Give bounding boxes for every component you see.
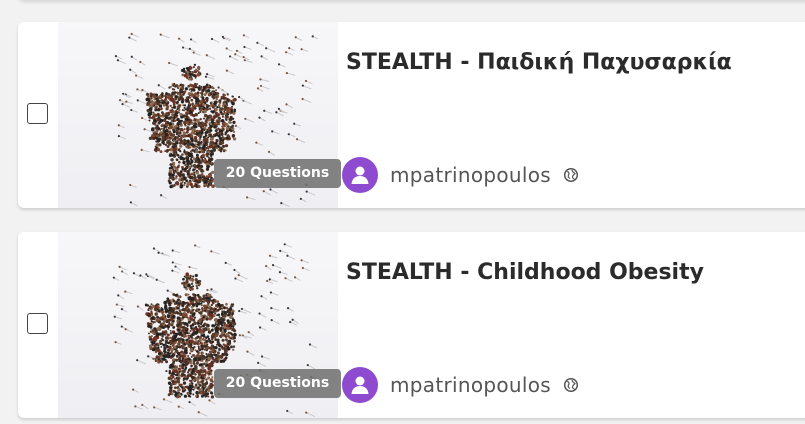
globe-icon (563, 377, 579, 393)
quiz-title[interactable]: STEALTH - Childhood Obesity (346, 260, 805, 285)
quiz-thumbnail[interactable]: 20 Questions (58, 22, 341, 208)
user-icon (351, 376, 369, 394)
quiz-thumbnail[interactable]: 20 Questions (58, 232, 341, 418)
author-name[interactable]: mpatrinopoulos (390, 163, 551, 187)
avatar[interactable] (342, 157, 378, 193)
questions-count-badge: 20 Questions (214, 159, 341, 188)
quiz-card[interactable]: 20 Questions STEALTH - Childhood Obesity… (18, 232, 805, 418)
select-checkbox[interactable] (27, 313, 48, 334)
quiz-title[interactable]: STEALTH - Παιδική Παχυσαρκία (346, 50, 805, 75)
quiz-card[interactable]: 20 Questions STEALTH - Παιδική Παχυσαρκί… (18, 22, 805, 208)
avatar[interactable] (342, 367, 378, 403)
questions-count-badge: 20 Questions (214, 369, 341, 398)
select-checkbox[interactable] (27, 103, 48, 124)
author-name[interactable]: mpatrinopoulos (390, 373, 551, 397)
author-row: mpatrinopoulos (342, 367, 579, 403)
author-row: mpatrinopoulos (342, 157, 579, 193)
globe-icon (563, 167, 579, 183)
user-icon (351, 166, 369, 184)
